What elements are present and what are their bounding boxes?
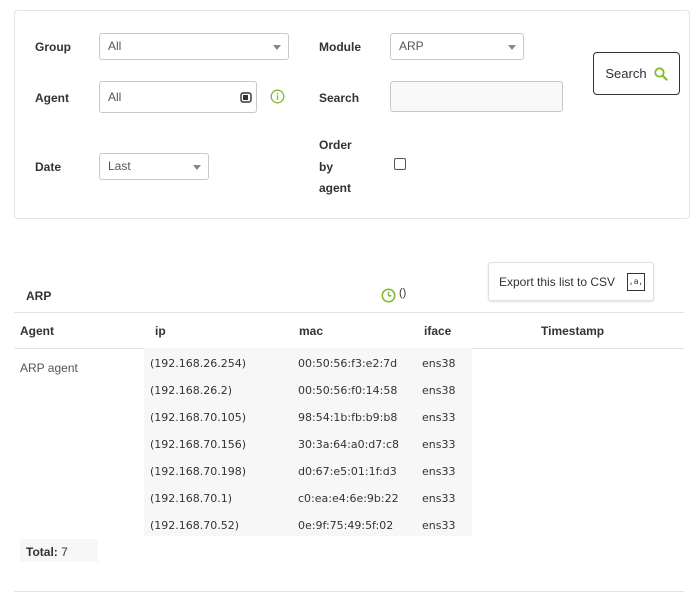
ip-cell: (192.168.70.198) — [150, 465, 247, 478]
order-label-line2: by — [319, 160, 334, 174]
mac-cell: 98:54:1b:fb:b9:b8 — [298, 411, 398, 424]
order-by-agent-checkbox[interactable] — [394, 158, 406, 170]
total-count: Total: 7 — [26, 545, 68, 559]
module-select-value: ARP — [399, 39, 424, 53]
agent-label: Agent — [35, 91, 69, 105]
order-label-line1: Order — [319, 138, 352, 152]
mac-cell: c0:ea:e4:6e:9b:22 — [298, 492, 399, 505]
col-header-iface: iface — [424, 324, 452, 338]
group-label: Group — [35, 40, 71, 54]
module-title: ARP — [26, 289, 52, 303]
iface-cell: ens33 — [422, 411, 456, 424]
divider — [14, 312, 684, 313]
iface-cell: ens38 — [422, 384, 456, 397]
col-header-ip: ip — [155, 324, 166, 338]
iface-cell: ens38 — [422, 357, 456, 370]
iface-cell: ens33 — [422, 438, 456, 451]
ip-cell: (192.168.70.1) — [150, 492, 233, 505]
divider — [14, 591, 684, 592]
chevron-down-icon — [508, 45, 516, 50]
chevron-down-icon — [193, 165, 201, 170]
clock-icon — [381, 288, 396, 303]
ip-cell: (192.168.26.254) — [150, 357, 247, 370]
ip-cell: (192.168.70.52) — [150, 519, 240, 532]
search-button[interactable]: Search — [593, 52, 680, 95]
module-select[interactable]: ARP — [390, 33, 524, 60]
ip-cell: (192.168.70.105) — [150, 411, 247, 424]
col-header-timestamp: Timestamp — [541, 324, 605, 338]
col-header-agent: Agent — [20, 324, 54, 338]
agent-name-cell: ARP agent — [20, 361, 78, 375]
search-input[interactable] — [390, 81, 563, 112]
chevron-down-icon — [273, 45, 281, 50]
date-select[interactable]: Last — [99, 153, 209, 180]
ip-cell: (192.168.70.156) — [150, 438, 247, 451]
agent-picker-icon[interactable] — [240, 92, 252, 103]
mac-cell: d0:67:e5:01:1f:d3 — [298, 465, 397, 478]
date-label: Date — [35, 160, 62, 174]
iface-cell: ens33 — [422, 519, 456, 532]
group-select-value: All — [108, 39, 122, 53]
period-text: () — [399, 287, 407, 299]
export-csv-label: Export this list to CSV — [499, 274, 616, 289]
ip-cell: (192.168.26.2) — [150, 384, 233, 397]
order-label-line3: agent — [319, 181, 352, 195]
date-select-value: Last — [108, 159, 131, 173]
total-value: 7 — [61, 545, 68, 559]
group-select[interactable]: All — [99, 33, 289, 60]
search-button-label: Search — [605, 66, 647, 81]
search-label: Search — [319, 91, 360, 105]
mac-cell: 0e:9f:75:49:5f:02 — [298, 519, 394, 532]
mac-cell: 00:50:56:f3:e2:7d — [298, 357, 398, 370]
agent-input[interactable]: All — [99, 81, 257, 113]
total-label: Total: — [26, 545, 58, 559]
agent-input-value: All — [108, 90, 122, 104]
col-header-mac: mac — [299, 324, 324, 338]
info-icon[interactable] — [270, 89, 285, 104]
iface-cell: ens33 — [422, 492, 456, 505]
iface-cell: ens33 — [422, 465, 456, 478]
module-label: Module — [319, 40, 361, 54]
mac-cell: 30:3a:64:a0:d7:c8 — [298, 438, 400, 451]
mac-cell: 00:50:56:f0:14:58 — [298, 384, 398, 397]
export-csv-button[interactable]: Export this list to CSV ,a, — [488, 262, 654, 301]
search-icon — [653, 66, 668, 81]
csv-icon: ,a, — [627, 273, 645, 291]
